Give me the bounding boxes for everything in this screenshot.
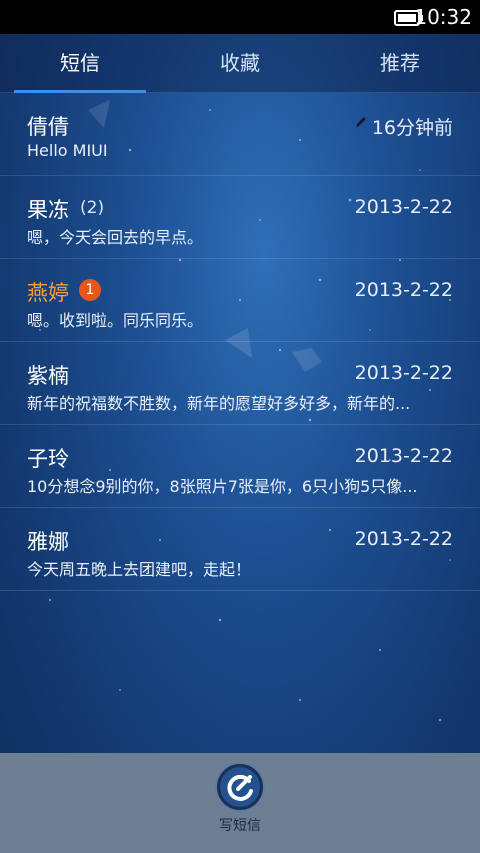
contact-name: 燕婷 xyxy=(27,281,69,305)
contact-name: 雅娜 xyxy=(27,530,69,554)
message-date: 2013-2-22 xyxy=(354,196,453,218)
compose-icon xyxy=(215,762,265,812)
contact-name: 倩倩 xyxy=(27,115,69,139)
message-snippet: 嗯。收到啦。同乐同乐。 xyxy=(27,311,204,330)
message-snippet: 新年的祝福数不胜数，新年的愿望好多好多，新年的... xyxy=(27,394,411,413)
tab-favorites[interactable]: 收藏 xyxy=(160,34,320,92)
conversation-row[interactable]: 子玲 2013-2-22 10分想念9别的你，8张照片7张是你，6只小狗5只像.… xyxy=(0,425,480,508)
unread-badge: 1 xyxy=(79,279,101,301)
message-snippet: 今天周五晚上去团建吧，走起！ xyxy=(27,560,252,579)
conversation-row[interactable]: 果冻 (2) 2013-2-22 嗯，今天会回去的早点。 xyxy=(0,176,480,259)
message-date: 16分钟前 xyxy=(371,117,453,139)
compose-message-button[interactable]: 写短信 xyxy=(213,761,267,849)
tab-messages[interactable]: 短信 xyxy=(0,34,160,92)
message-snippet: 嗯，今天会回去的早点。 xyxy=(27,228,204,247)
conversation-list: 倩倩 16分钟前 Hello MIUI 果冻 (2) 2013-2-22 嗯，今… xyxy=(0,93,480,591)
message-date: 2013-2-22 xyxy=(354,279,453,301)
bottom-action-bar: 写短信 xyxy=(0,753,480,853)
conversation-row[interactable]: 紫楠 2013-2-22 新年的祝福数不胜数，新年的愿望好多好多，新年的... xyxy=(0,342,480,425)
status-time: 10:32 xyxy=(414,5,472,29)
conversation-row[interactable]: 雅娜 2013-2-22 今天周五晚上去团建吧，走起！ xyxy=(0,508,480,591)
messaging-screen: 10:32 短信 收藏 推荐 倩倩 16分钟前 Hello MIUI 果冻 (2… xyxy=(0,0,480,853)
draft-pen-icon xyxy=(356,117,366,127)
contact-name: 果冻 xyxy=(27,198,69,222)
message-snippet: 10分想念9别的你，8张照片7张是你，6只小狗5只像... xyxy=(27,477,418,496)
compose-label: 写短信 xyxy=(219,818,261,834)
message-count: (2) xyxy=(80,198,105,218)
contact-name: 紫楠 xyxy=(27,364,69,388)
message-date: 2013-2-22 xyxy=(354,445,453,467)
tab-bar: 短信 收藏 推荐 xyxy=(0,34,480,93)
message-snippet: Hello MIUI xyxy=(27,141,108,160)
message-date: 2013-2-22 xyxy=(354,528,453,550)
message-date: 2013-2-22 xyxy=(354,362,453,384)
conversation-row[interactable]: 倩倩 16分钟前 Hello MIUI xyxy=(0,93,480,176)
contact-name: 子玲 xyxy=(27,447,69,471)
tab-recommended[interactable]: 推荐 xyxy=(320,34,480,92)
conversation-row[interactable]: 燕婷 1 2013-2-22 嗯。收到啦。同乐同乐。 xyxy=(0,259,480,342)
status-bar: 10:32 xyxy=(0,0,480,34)
